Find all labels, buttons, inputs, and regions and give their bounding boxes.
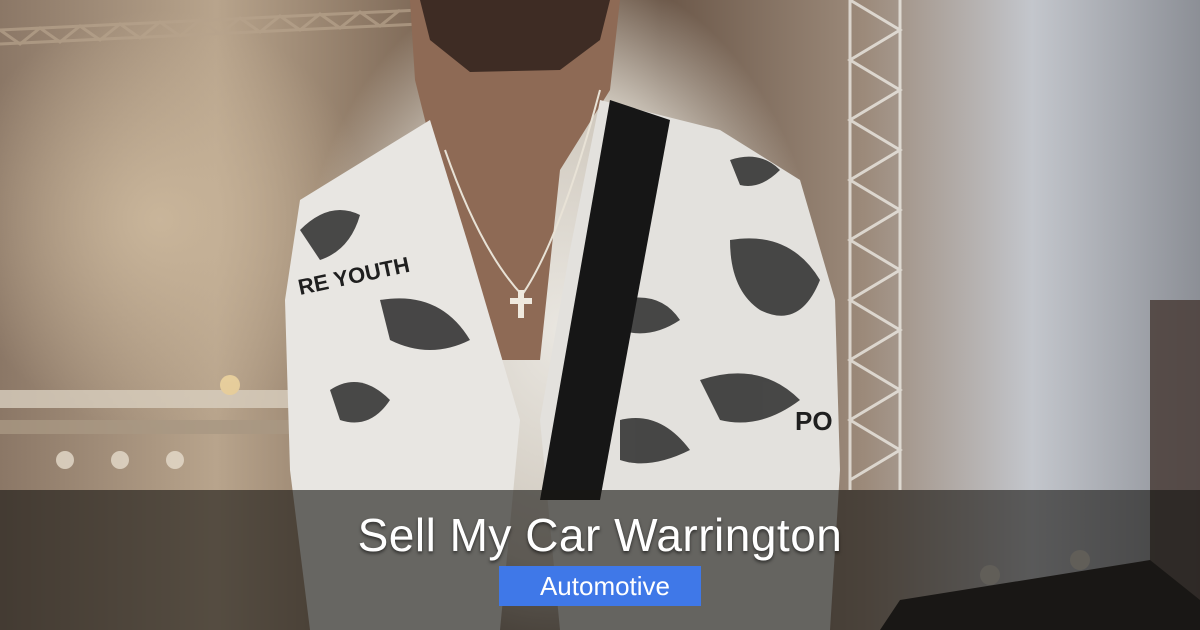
category-badge[interactable]: Automotive [499, 566, 701, 606]
page-title: Sell My Car Warrington [357, 509, 843, 561]
category-label: Automotive [539, 570, 671, 601]
shirt-text-right: PO [795, 406, 833, 436]
